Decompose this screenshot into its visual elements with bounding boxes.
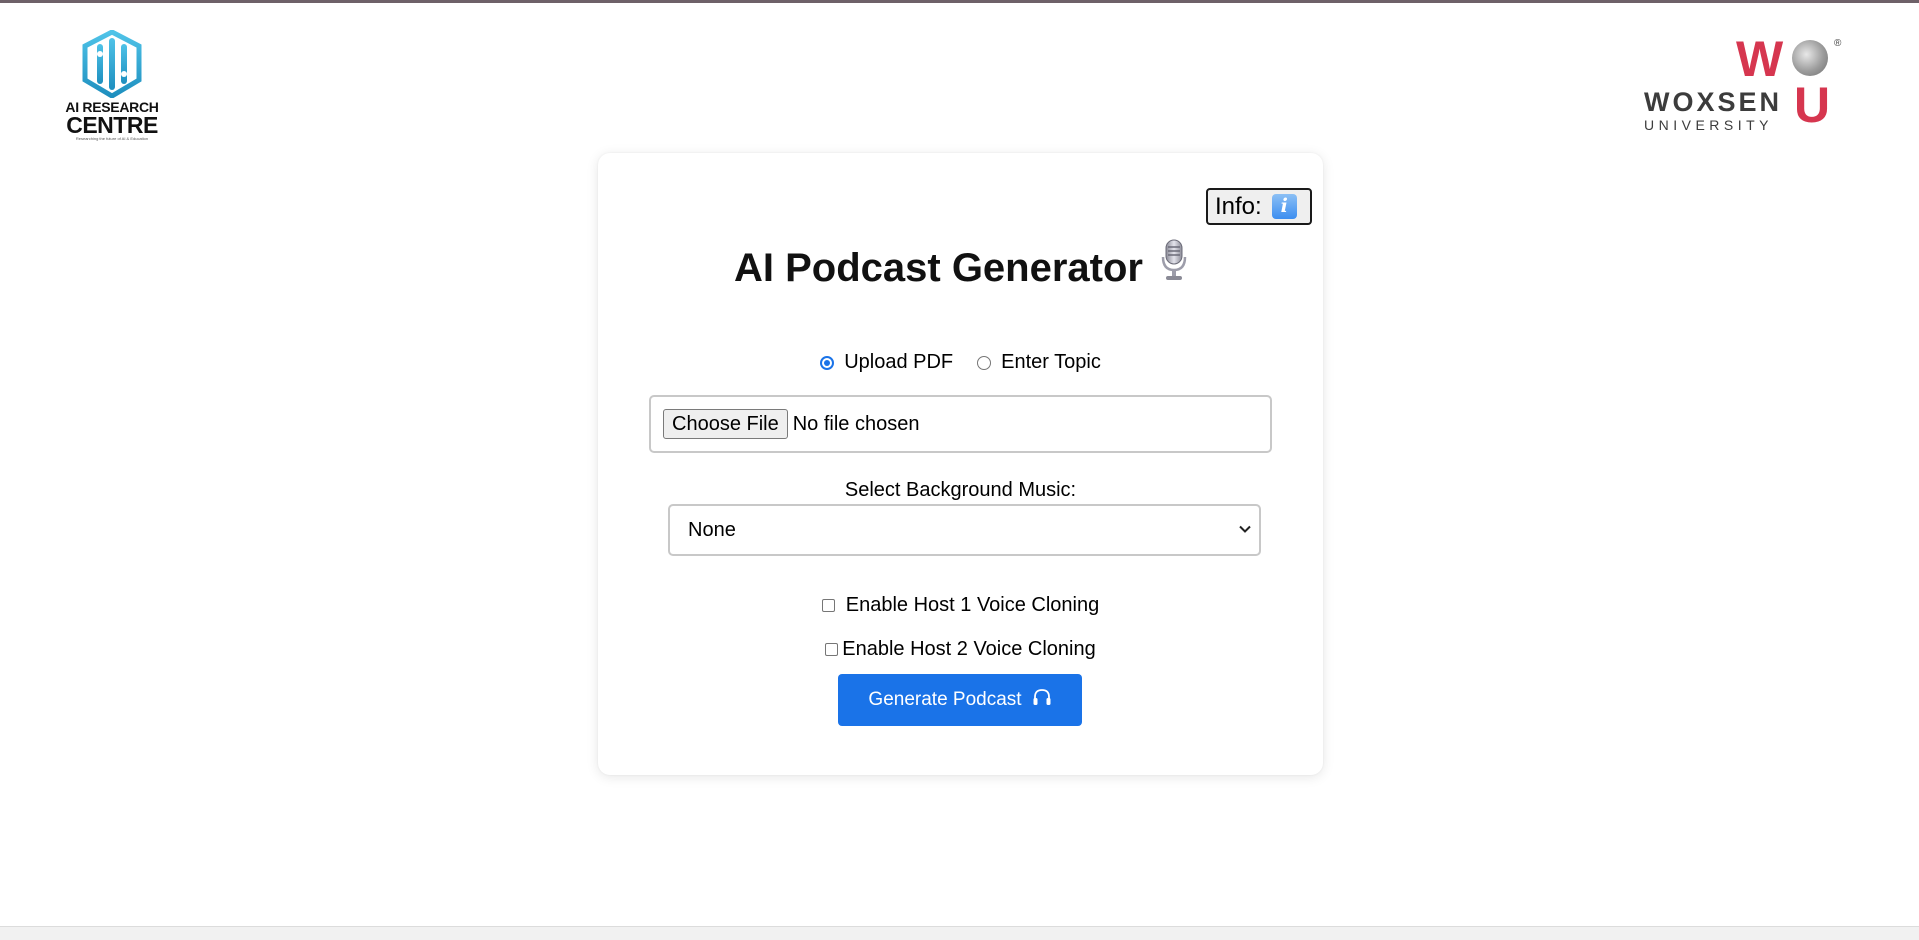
logo-tagline: Researching the future of AI & Education [75, 136, 149, 141]
generate-podcast-label: Generate Podcast [868, 689, 1022, 710]
radio-upload-pdf[interactable]: Upload PDF [820, 351, 953, 374]
logo-mark-w: W [1736, 31, 1784, 87]
radio-upload-pdf-control[interactable] [820, 355, 835, 370]
logo-subname: UNIVERSITY [1644, 117, 1774, 133]
background-music-select[interactable]: None [668, 504, 1261, 556]
host2-voice-cloning-checkbox[interactable] [825, 643, 839, 656]
host2-voice-cloning-row: Enable Host 2 Voice Cloning [598, 638, 1323, 661]
woxsen-university-logo: W ® WOXSEN UNIVERSITY U [1640, 34, 1846, 134]
pdf-file-input[interactable]: Choose File No file chosen [649, 395, 1272, 453]
headphones-icon [1032, 688, 1052, 712]
music-select-label: Select Background Music: [844, 479, 1077, 501]
info-button[interactable]: Info: i [1206, 188, 1312, 225]
page-title: AI Podcast Generator [598, 239, 1323, 297]
choose-file-button[interactable]: Choose File [663, 409, 788, 439]
host1-voice-cloning-row: Enable Host 1 Voice Cloning [598, 594, 1323, 617]
logo-name: WOXSEN [1644, 87, 1783, 117]
file-status: No file chosen [792, 412, 920, 435]
host2-voice-cloning-label: Enable Host 2 Voice Cloning [842, 638, 1096, 660]
logo-line-2: CENTRE [66, 112, 158, 138]
info-button-label: Info: [1215, 192, 1262, 220]
registered-mark: ® [1834, 38, 1842, 49]
source-radio-group: Upload PDF Enter Topic [598, 351, 1323, 374]
chevron-down-icon [1237, 520, 1253, 543]
host1-voice-cloning-label: Enable Host 1 Voice Cloning [845, 594, 1100, 616]
logo-mark-u: U [1794, 77, 1831, 133]
background-music-value: None [688, 518, 736, 541]
radio-upload-pdf-label: Upload PDF [844, 351, 954, 373]
top-border [0, 0, 1919, 3]
microphone-icon [1161, 239, 1187, 293]
ai-research-centre-logo: AI RESEARCH CENTRE Researching the futur… [64, 30, 160, 142]
radio-enter-topic[interactable]: Enter Topic [977, 351, 1101, 374]
host1-voice-cloning-checkbox[interactable] [821, 599, 835, 612]
bottom-scroll-area [0, 926, 1919, 940]
globe-icon [1792, 40, 1828, 76]
podcast-generator-card: Info: i AI Podcast Generator Upload PDF … [598, 153, 1323, 775]
radio-enter-topic-label: Enter Topic [1001, 351, 1101, 373]
radio-enter-topic-control[interactable] [977, 355, 992, 370]
generate-podcast-button[interactable]: Generate Podcast [838, 674, 1082, 726]
info-icon: i [1271, 194, 1297, 219]
ai-research-centre-emblem [82, 30, 142, 98]
page-title-text: AI Podcast Generator [733, 246, 1143, 290]
